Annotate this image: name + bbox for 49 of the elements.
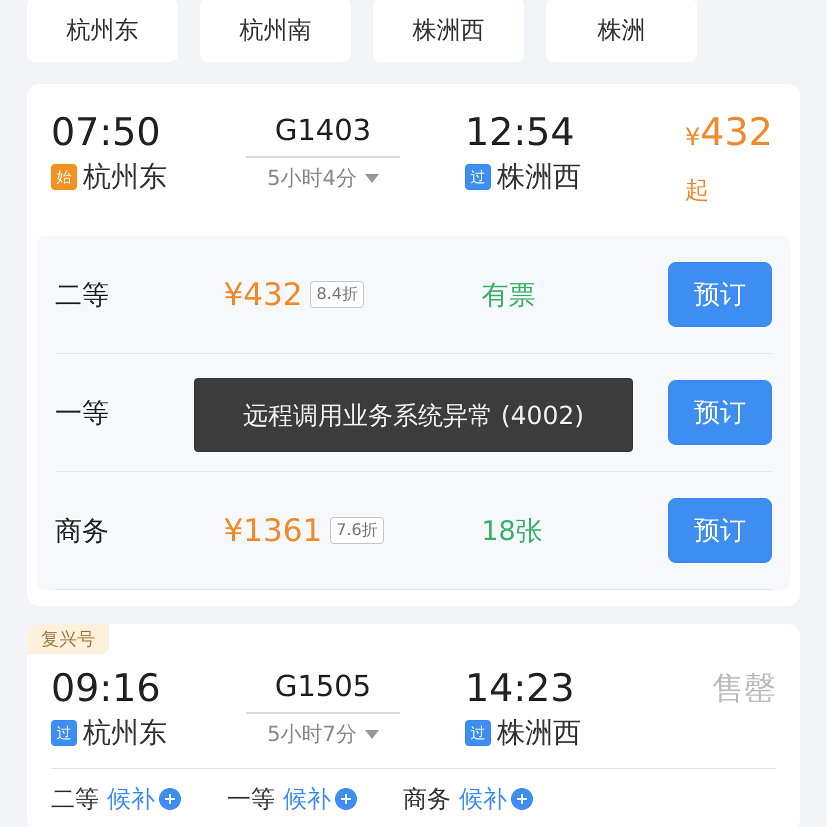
seat-class: 二等: [51, 784, 99, 815]
train-number: G1505: [274, 668, 372, 705]
plus-icon: [335, 788, 357, 810]
arrival-station: 株洲西: [497, 159, 581, 195]
seat-class: 二等: [55, 278, 110, 312]
train-number: G1403: [274, 112, 372, 149]
seat-class: 商务: [403, 784, 451, 815]
plus-icon: [159, 788, 181, 810]
lowest-price: ¥432 起: [685, 109, 774, 206]
station-tag: 始: [51, 164, 77, 190]
station-tag: 过: [51, 720, 77, 746]
error-toast: 远程调用业务系统异常 (4002): [194, 378, 633, 452]
waitlist-button[interactable]: 候补: [459, 783, 533, 815]
book-button[interactable]: 预订: [668, 498, 772, 563]
seat-price: ¥432: [224, 276, 302, 312]
departure-station: 杭州东: [83, 159, 167, 195]
book-button[interactable]: 预订: [668, 380, 772, 445]
discount-badge: 8.4折: [310, 281, 364, 308]
duration-toggle[interactable]: 5小时4分: [267, 164, 379, 192]
seat-class: 一等: [55, 396, 110, 430]
station-filter[interactable]: 株洲西: [373, 0, 524, 62]
book-button[interactable]: 预订: [668, 262, 772, 327]
departure-time: 09:16: [51, 665, 162, 712]
sold-out-label: 售罄: [712, 668, 776, 709]
train-card[interactable]: 复兴号 09:16 过 杭州东 G1505 5小时7分 14:23 过 株洲西 售罄 二等 候补 一等 候补 商务 候补: [27, 624, 800, 827]
ticket-availability: 18张: [481, 516, 543, 546]
station-tag: 过: [465, 164, 491, 190]
seat-class: 商务: [55, 514, 110, 548]
station-filter[interactable]: 株洲: [546, 0, 697, 62]
departure-time: 07:50: [51, 109, 162, 156]
plus-icon: [511, 788, 533, 810]
station-tag: 过: [465, 720, 491, 746]
train-type-badge: 复兴号: [27, 624, 109, 654]
arrival-time: 12:54: [465, 109, 576, 156]
departure-station: 杭州东: [83, 715, 167, 751]
duration-toggle[interactable]: 5小时7分: [267, 720, 379, 748]
seat-price: ¥1361: [224, 512, 322, 548]
caret-icon: [364, 174, 379, 182]
seat-class: 一等: [227, 784, 275, 815]
arrival-station: 株洲西: [497, 715, 581, 751]
discount-badge: 7.6折: [330, 517, 384, 544]
waitlist-button[interactable]: 候补: [283, 783, 357, 815]
station-filter[interactable]: 杭州南: [200, 0, 351, 62]
station-filter[interactable]: 杭州东: [27, 0, 178, 62]
waitlist-button[interactable]: 候补: [107, 783, 181, 815]
train-card[interactable]: 07:50 始 杭州东 G1403 5小时4分 12:54 过 株洲西 ¥432 起 二等 ¥432 8.4折 有票 预订 一等 预订 商务 ¥1361 7.6折 18张 预订 远程调用业务系统异常 (4002): [27, 84, 800, 606]
arrival-time: 14:23: [465, 665, 576, 712]
caret-icon: [364, 730, 379, 738]
ticket-availability: 有票: [481, 280, 536, 310]
